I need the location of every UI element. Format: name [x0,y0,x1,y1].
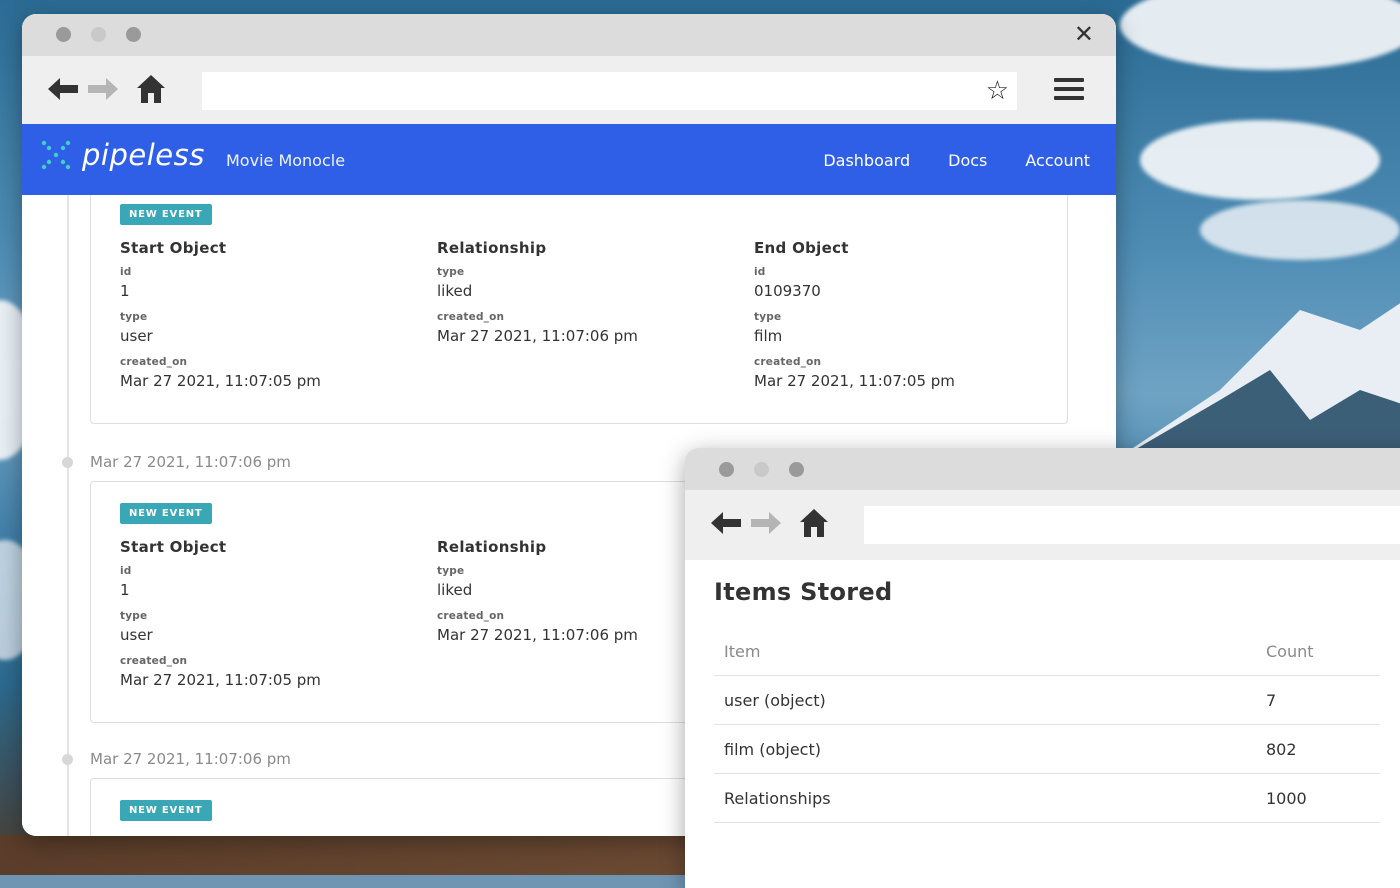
window-minimize-dot[interactable] [91,27,106,42]
table-row: user (object) 7 [714,675,1380,725]
field-value: 0109370 [754,282,821,300]
event-timestamp: Mar 27 2021, 11:07:06 pm [90,750,291,768]
window-maximize-dot[interactable] [126,27,141,42]
window-minimize-dot[interactable] [754,462,769,477]
count-cell: 1000 [1256,773,1380,823]
title-bar: ✕ [22,14,1116,56]
timeline-dot [62,457,73,468]
nav-dashboard[interactable]: Dashboard [823,151,910,170]
item-cell: Relationships [714,773,1256,823]
browser-toolbar [685,490,1400,560]
field-value: 1 [120,282,130,300]
star-icon[interactable]: ☆ [986,76,1009,106]
home-icon[interactable] [797,506,831,540]
window-close-dot[interactable] [719,462,734,477]
field-label: type [754,311,782,323]
column-header-count: Count [1256,628,1380,676]
field-value: film [754,327,783,345]
items-browser-window: Items Stored Item Count user (object) 7 … [685,448,1400,888]
event-timestamp: Mar 27 2021, 11:07:06 pm [90,453,291,471]
item-cell: user (object) [714,675,1256,725]
items-stored-title: Items Stored [714,578,893,606]
top-navigation: Dashboard Docs Account [823,151,1090,170]
relationship-column: Relationship type liked created_on Mar 2… [437,239,737,356]
new-event-badge: NEW EVENT [120,503,212,524]
count-cell: 802 [1256,724,1380,774]
address-bar[interactable]: ☆ [202,72,1017,110]
field-value: user [120,626,153,644]
field-label: created_on [754,356,822,368]
field-label: created_on [120,655,188,667]
mountain [1100,303,1400,470]
nav-account[interactable]: Account [1025,151,1090,170]
field-label: type [120,311,148,323]
end-object-column: End Object id 0109370 type film created_… [754,239,1054,401]
title-bar [685,448,1400,490]
items-table: Item Count user (object) 7 film (object)… [714,628,1380,823]
field-label: created_on [120,356,188,368]
window-close-dot[interactable] [56,27,71,42]
home-icon[interactable] [134,72,168,106]
column-heading: Start Object [120,239,227,257]
timeline-line [67,195,69,836]
forward-arrow-icon[interactable] [749,506,783,540]
timeline-dot [62,754,73,765]
address-bar[interactable] [864,506,1400,544]
field-label: id [120,565,132,577]
field-value: Mar 27 2021, 11:07:05 pm [754,372,955,390]
field-label: created_on [437,311,505,323]
hamburger-menu-icon[interactable] [1054,78,1084,105]
table-row: Relationships 1000 [714,773,1380,823]
item-cell: film (object) [714,724,1256,774]
column-heading: Start Object [120,538,227,556]
forward-arrow-icon[interactable] [86,72,120,106]
browser-toolbar: ☆ [22,56,1116,124]
field-value: Mar 27 2021, 11:07:05 pm [120,671,321,689]
field-value: Mar 27 2021, 11:07:05 pm [120,372,321,390]
start-object-column: Start Object id 1 type user created_on M… [120,538,420,700]
app-header: pipeless Movie Monocle Dashboard Docs Ac… [22,124,1116,195]
start-object-column: Start Object id 1 type user created_on M… [120,239,420,401]
field-label: id [754,266,766,278]
field-value: user [120,327,153,345]
field-label: type [437,266,465,278]
field-label: id [120,266,132,278]
column-header-item: Item [714,628,1256,676]
back-arrow-icon[interactable] [709,506,743,540]
logo[interactable]: pipeless [40,138,205,172]
field-value: liked [437,282,473,300]
field-label: type [120,610,148,622]
table-row: film (object) 802 [714,724,1380,774]
field-value: Mar 27 2021, 11:07:06 pm [437,327,638,345]
project-name[interactable]: Movie Monocle [226,151,345,170]
window-maximize-dot[interactable] [789,462,804,477]
close-icon[interactable]: ✕ [1074,22,1094,46]
field-value: 1 [120,581,130,599]
new-event-badge: NEW EVENT [120,800,212,821]
table-header-row: Item Count [714,628,1380,676]
new-event-badge: NEW EVENT [120,204,212,225]
column-heading: Relationship [437,239,547,257]
logo-text: pipeless [82,138,205,172]
pipeless-logo-icon [41,140,71,170]
count-cell: 7 [1256,675,1380,725]
cloud [1140,120,1380,200]
back-arrow-icon[interactable] [46,72,80,106]
column-heading: End Object [754,239,849,257]
event-card: NEW EVENT Start Object id 1 type user cr… [90,195,1068,424]
nav-docs[interactable]: Docs [948,151,987,170]
